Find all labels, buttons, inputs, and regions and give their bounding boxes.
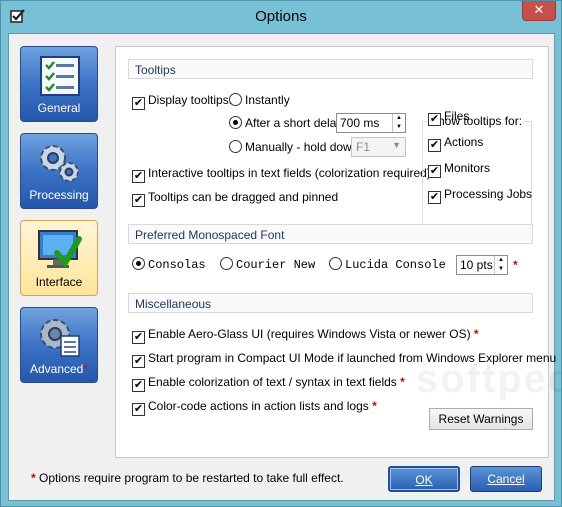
checkbox-box[interactable]: ✔: [132, 170, 145, 183]
nav-advanced-button[interactable]: Advanced*: [20, 307, 98, 383]
restart-footnote: * Options require program to be restarte…: [31, 471, 344, 485]
restart-asterisk: *: [473, 327, 479, 341]
color-code-actions-checkbox[interactable]: ✔ Color-code actions in action lists and …: [132, 399, 377, 416]
show-files-checkbox[interactable]: ✔ Files: [428, 109, 469, 126]
checkbox-box[interactable]: ✔: [428, 113, 441, 126]
checkbox-box[interactable]: ✔: [428, 165, 441, 178]
delay-spinbox[interactable]: 700 ms ▲ ▼: [336, 113, 406, 133]
radio-circle-selected[interactable]: [229, 116, 242, 129]
hotkey-dropdown[interactable]: F1 ▼: [351, 137, 406, 157]
font-courier-new-radio[interactable]: Courier New: [220, 257, 315, 272]
checkbox-box[interactable]: ✔: [132, 194, 145, 207]
radio-circle[interactable]: [329, 257, 342, 270]
tooltips-section-heading: Tooltips: [128, 59, 533, 79]
nav-advanced-label: Advanced*: [29, 362, 89, 376]
font-size-spinbox[interactable]: 10 pts ▲ ▼: [456, 255, 508, 275]
show-processing-jobs-checkbox[interactable]: ✔ Processing Jobs: [428, 187, 532, 204]
window-title: Options: [255, 8, 307, 25]
font-lucida-console-radio[interactable]: Lucida Console: [329, 257, 446, 272]
tooltip-mode-manual-radio[interactable]: Manually - hold down:: [229, 140, 362, 154]
chevron-down-icon: ▼: [392, 140, 401, 150]
restart-asterisk: *: [372, 399, 377, 413]
spin-arrows-icon[interactable]: ▲ ▼: [494, 256, 507, 274]
gears-icon: [40, 145, 79, 182]
interactive-tooltips-checkbox[interactable]: ✔ Interactive tooltips in text fields (co…: [132, 166, 439, 183]
compact-mode-checkbox[interactable]: ✔ Start program in Compact UI Mode if lau…: [132, 351, 556, 368]
reset-warnings-button[interactable]: Reset Warnings: [429, 408, 533, 430]
checkbox-box[interactable]: ✔: [428, 191, 441, 204]
aero-glass-checkbox[interactable]: ✔ Enable Aero-Glass UI (requires Windows …: [132, 327, 479, 344]
radio-circle[interactable]: [229, 140, 242, 153]
nav-general-label: General: [37, 101, 81, 115]
nav-processing-button[interactable]: Processing: [20, 133, 98, 209]
checkbox-box[interactable]: ✔: [132, 355, 145, 368]
nav-interface-label: Interface: [35, 275, 83, 289]
checkbox-box[interactable]: ✔: [132, 97, 145, 110]
close-button[interactable]: ✕: [522, 1, 556, 21]
monitor-check-icon: [38, 230, 82, 269]
dialog-client: General Processing Interface Advanced* s…: [8, 33, 562, 501]
checklist-icon: [40, 56, 80, 96]
show-actions-checkbox[interactable]: ✔ Actions: [428, 135, 483, 152]
show-monitors-checkbox[interactable]: ✔ Monitors: [428, 161, 490, 178]
nav-interface-button[interactable]: Interface: [20, 220, 98, 296]
nav-general-button[interactable]: General: [20, 46, 98, 122]
options-window: Options ✕ General Processing Interface A…: [0, 0, 562, 507]
checkbox-box[interactable]: ✔: [132, 379, 145, 392]
checkbox-box[interactable]: ✔: [428, 139, 441, 152]
checkbox-box[interactable]: ✔: [132, 403, 145, 416]
radio-circle-selected[interactable]: [132, 257, 145, 270]
colorization-checkbox[interactable]: ✔ Enable colorization of text / syntax in…: [132, 375, 405, 392]
tooltip-mode-instantly-radio[interactable]: Instantly: [229, 93, 290, 107]
tooltip-mode-delay-radio[interactable]: After a short delay:: [229, 116, 346, 130]
display-tooltips-checkbox[interactable]: ✔ Display tooltips:: [132, 93, 232, 110]
title-bar[interactable]: Options ✕: [1, 1, 561, 33]
radio-circle[interactable]: [220, 257, 233, 270]
advanced-gear-icon: [40, 319, 80, 357]
nav-processing-label: Processing: [29, 188, 89, 202]
radio-circle[interactable]: [229, 93, 242, 106]
misc-section-heading: Miscellaneous: [128, 293, 533, 313]
restart-asterisk: *: [513, 258, 518, 272]
cancel-button[interactable]: Cancel: [470, 466, 542, 492]
restart-asterisk: *: [31, 471, 36, 485]
font-consolas-radio[interactable]: Consolas: [132, 257, 206, 272]
drag-tooltips-checkbox[interactable]: ✔ Tooltips can be dragged and pinned: [132, 190, 338, 207]
font-section-heading: Preferred Monospaced Font: [128, 224, 533, 244]
interface-panel: softpedia Tooltips ✔Display tooltips: In…: [115, 46, 562, 458]
restart-asterisk: *: [400, 375, 405, 389]
checkbox-box[interactable]: ✔: [132, 331, 145, 344]
restart-asterisk: *: [83, 362, 89, 376]
spin-arrows-icon[interactable]: ▲ ▼: [392, 114, 405, 132]
ok-button[interactable]: OK: [388, 466, 460, 492]
